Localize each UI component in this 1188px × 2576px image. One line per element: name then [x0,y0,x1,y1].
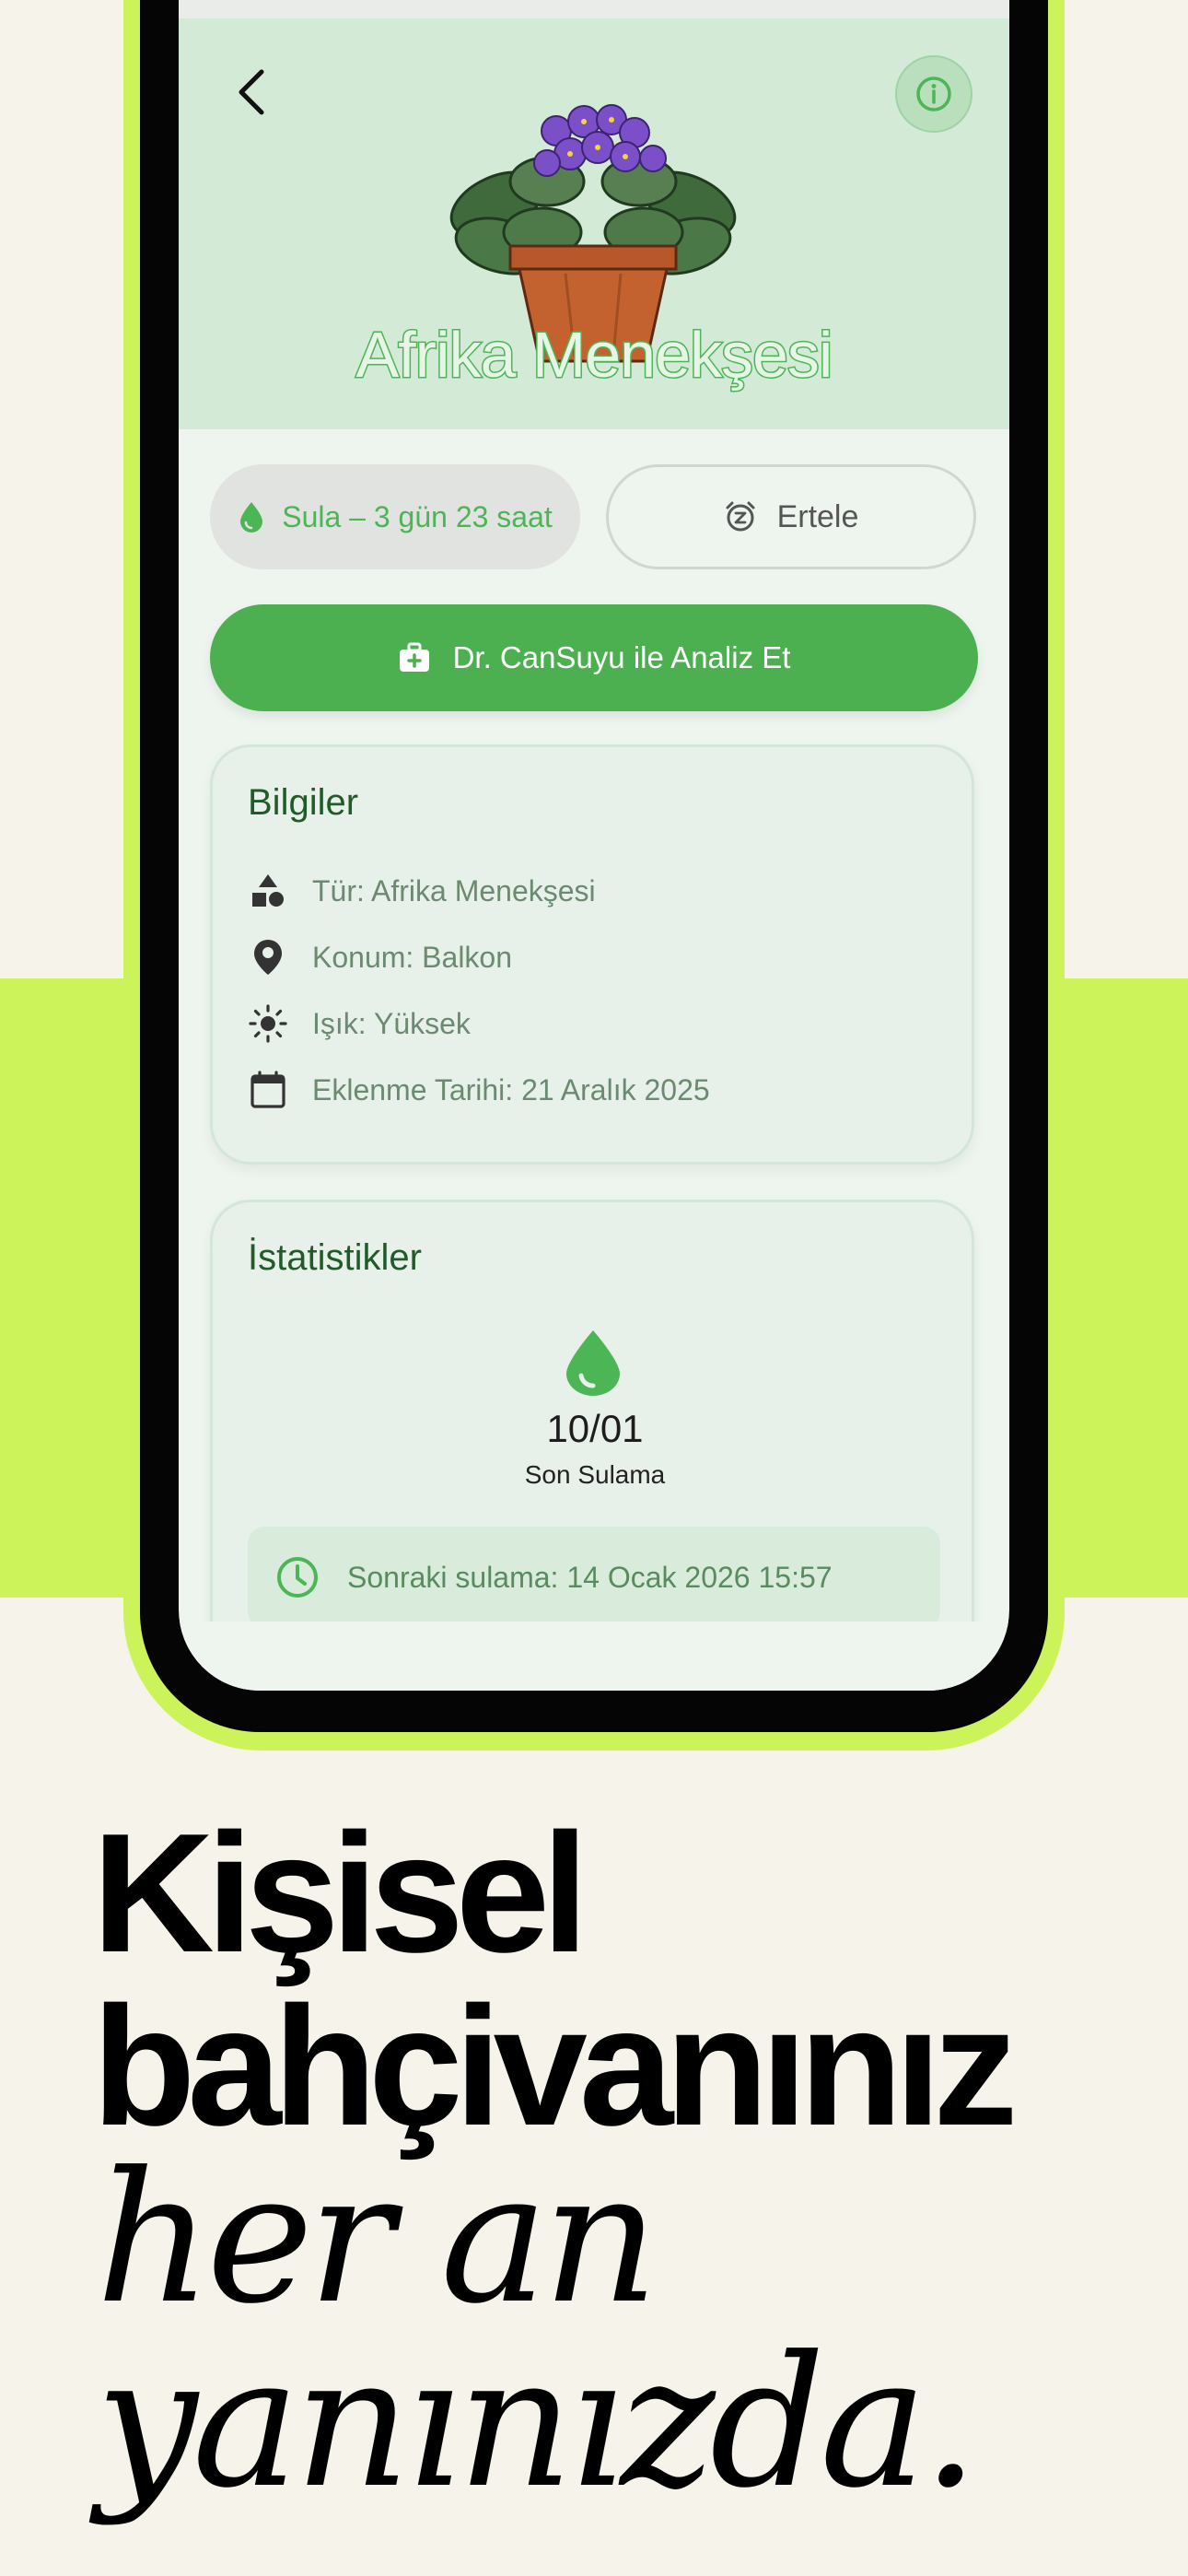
water-drop-icon [566,1330,620,1396]
stats-card: İstatistikler 10/01 Son Sulama Sonraki s… [210,1200,974,1691]
status-bar [179,0,1009,18]
info-row-type: Tür: Afrika Menekşesi [248,867,596,915]
last-watering-value: 10/01 [546,1407,644,1450]
next-watering-banner: Sonraki sulama: 14 Ocak 2026 15:57 [248,1527,940,1628]
water-button-label: Sula – 3 gün 23 saat [282,499,553,533]
headline-line-2: bahçivanınız [92,1971,1018,2160]
medical-kit-icon [399,642,429,672]
action-buttons-row: Sula – 3 gün 23 saat Ertele [210,464,978,569]
analyze-button[interactable]: Dr. CanSuyu ile Analiz Et [210,604,978,711]
plant-name-title: Afrika Menekşesi [355,318,834,392]
plant-hero: Afrika Menekşesi [179,18,1009,429]
location-pin-icon [248,937,288,978]
info-row-location-text: Konum: Balkon [312,940,513,974]
screen-bottom-edge [179,1622,1009,1691]
info-row-date-text: Eklenme Tarihi: 21 Aralık 2025 [312,1072,710,1107]
stats-card-title: İstatistikler [248,1237,422,1278]
sun-icon [248,1003,288,1044]
clock-icon [277,1557,318,1598]
headline-line-1: Kişisel [92,1797,588,1987]
info-icon [916,76,951,111]
info-row-light: Işık: Yüksek [248,1000,471,1048]
info-row-type-text: Tür: Afrika Menekşesi [312,873,596,907]
water-button[interactable]: Sula – 3 gün 23 saat [210,464,580,569]
headline-line-4: yanınızda. [96,2318,979,2528]
last-watering-label: Son Sulama [524,1460,666,1489]
back-button[interactable] [215,55,289,129]
shapes-icon [248,871,288,911]
headline-line-3: her an [96,2134,658,2344]
snooze-button[interactable]: Ertele [606,464,976,569]
info-card-title: Bilgiler [248,782,359,823]
info-button[interactable] [895,55,973,133]
info-row-date: Eklenme Tarihi: 21 Aralık 2025 [248,1066,710,1114]
snooze-button-label: Ertele [776,498,859,534]
phone-screen: Afrika Menekşesi Sula – 3 gün 23 saat Er… [179,0,1009,1691]
chevron-left-icon [239,69,264,115]
calendar-icon [248,1070,288,1110]
info-row-location: Konum: Balkon [248,933,512,981]
analyze-button-label: Dr. CanSuyu ile Analiz Et [452,640,791,674]
snooze-alarm-icon [726,501,755,532]
info-card: Bilgiler Tür: Afrika Menekşesi Konum: Ba… [210,744,974,1165]
next-watering-text: Sonraki sulama: 14 Ocak 2026 15:57 [347,1560,833,1594]
water-drop-icon [240,502,263,533]
info-row-light-text: Işık: Yüksek [312,1006,471,1040]
